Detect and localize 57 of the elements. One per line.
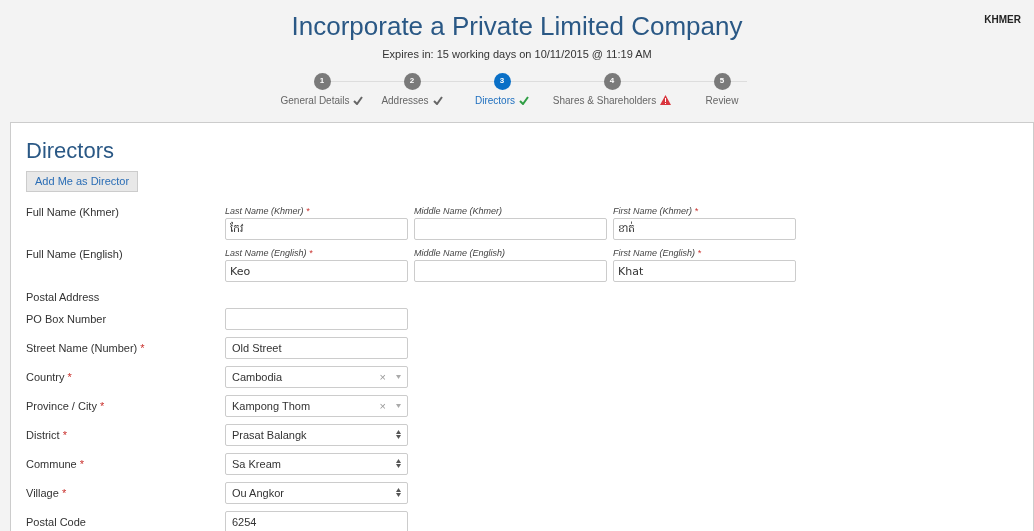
field-label: Country *	[26, 369, 73, 385]
caret-icon	[396, 403, 401, 408]
step-number[interactable]: 4	[603, 72, 621, 90]
field-sublabel: First Name (Khmer) *	[613, 206, 700, 218]
check-icon	[519, 95, 529, 105]
warning-icon	[660, 95, 672, 105]
check-icon	[353, 95, 364, 105]
name-input[interactable]	[414, 260, 607, 283]
postal-address-heading: Postal Address	[26, 290, 101, 305]
field-sublabel: First Name (English) *	[613, 248, 703, 260]
section-title: Directors	[26, 137, 115, 165]
field-sublabel: Last Name (Khmer) *	[225, 206, 311, 218]
field-label: Full Name (Khmer)	[26, 206, 120, 221]
caret-icon	[396, 374, 401, 379]
clear-icon[interactable]: ×	[379, 397, 386, 414]
updown-icon	[396, 488, 401, 498]
updown-icon	[396, 430, 401, 440]
field-sublabel: Middle Name (Khmer)	[414, 206, 504, 218]
step-number[interactable]: 2	[403, 72, 421, 90]
name-input[interactable]: ខាត់	[613, 218, 796, 241]
field-label: Street Name (Number) *	[26, 340, 146, 356]
field-sublabel: Middle Name (English)	[414, 248, 507, 260]
step-label[interactable]: Directors	[475, 92, 515, 108]
field-label: District *	[26, 427, 68, 443]
select-box[interactable]: Prasat Balangk	[225, 423, 408, 446]
field-label: PO Box Number	[26, 311, 108, 327]
updown-icon	[396, 459, 401, 469]
field-label: Full Name (English)	[26, 248, 124, 263]
text-input[interactable]	[225, 307, 408, 330]
check-icon	[432, 95, 443, 105]
step-number[interactable]: 3	[493, 72, 511, 90]
name-input[interactable]: Keo	[225, 260, 408, 283]
language-link[interactable]: KHMER	[984, 12, 1021, 27]
name-input[interactable]: Khat	[613, 260, 796, 283]
step-number[interactable]: 1	[313, 72, 331, 90]
expiry-text: Expires in: 15 working days on 10/11/2015 @ 11:19 AM	[382, 47, 652, 62]
step-number[interactable]: 5	[713, 72, 731, 90]
select-box[interactable]: Sa Kream	[225, 452, 408, 475]
name-input[interactable]: កែវ	[225, 218, 408, 241]
combo-box[interactable]: Cambodia ×	[225, 365, 408, 388]
step-label[interactable]: Shares & Shareholders	[552, 92, 657, 108]
text-input[interactable]: 6254	[225, 510, 408, 531]
text-input[interactable]: Old Street	[225, 336, 408, 359]
clear-icon[interactable]: ×	[379, 368, 386, 385]
add-me-as-director-button[interactable]: Add Me as Director	[26, 171, 139, 192]
name-input[interactable]	[414, 218, 607, 241]
field-sublabel: Last Name (English) *	[225, 248, 314, 260]
step-label[interactable]: Addresses	[381, 92, 429, 108]
step-label[interactable]: General Details	[280, 92, 350, 108]
step-label[interactable]: Review	[705, 92, 739, 108]
field-label: Commune *	[26, 456, 86, 472]
combo-box[interactable]: Kampong Thom ×	[225, 394, 408, 417]
field-label: Postal Code	[26, 514, 87, 530]
page-title: Incorporate a Private Limited Company	[291, 10, 743, 42]
field-label: Province / City *	[26, 398, 106, 414]
select-box[interactable]: Ou Angkor	[225, 481, 408, 504]
field-label: Village *	[26, 485, 68, 501]
